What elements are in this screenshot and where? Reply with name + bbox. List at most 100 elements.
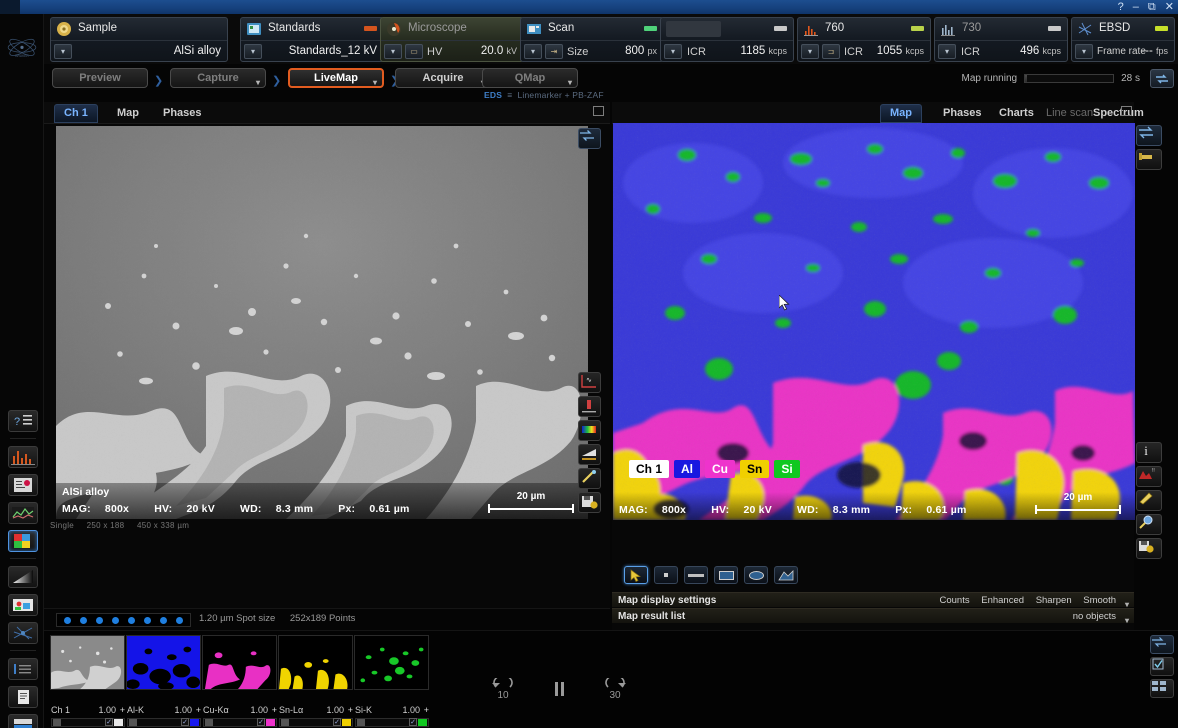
detector-730-dropdown-chevron[interactable]: ▾ xyxy=(938,44,956,59)
filmstrip-layout-icon[interactable] xyxy=(1150,679,1174,698)
tab-map[interactable]: Map xyxy=(880,104,922,123)
legend-si-scale[interactable]: 1.00 xyxy=(402,705,420,715)
pdf-report-icon[interactable]: !! xyxy=(1136,466,1162,487)
card-detector-blank[interactable]: ▾ ICR 1185 kcps xyxy=(660,17,794,62)
sidebar-item-periodic-table[interactable]: ? xyxy=(8,410,38,432)
element-badges[interactable]: Ch 1 Al Cu Sn Si xyxy=(629,460,800,478)
chart-axes-icon[interactable]: ∿ xyxy=(578,372,601,393)
thumb-si[interactable] xyxy=(354,635,429,690)
thumb-ch1[interactable] xyxy=(50,635,125,690)
left-panel-maximize-icon[interactable] xyxy=(593,106,604,116)
legend-al-plus[interactable]: + xyxy=(196,705,201,715)
card-standards[interactable]: Standards ▾ Standards_12 kV xyxy=(240,17,384,62)
card-sample[interactable]: Sample ▾ AlSi alloy xyxy=(50,17,228,62)
card-scan[interactable]: Scan ▾ ⇥ Size 800 px xyxy=(520,17,664,62)
sample-dropdown-chevron[interactable]: ▾ xyxy=(54,44,72,59)
legend-ch1-plus[interactable]: + xyxy=(120,705,125,715)
tab-map-left[interactable]: Map xyxy=(108,104,148,123)
sidebar-item-image[interactable] xyxy=(8,594,38,616)
sidebar-item-grayscale[interactable] xyxy=(8,566,38,588)
close-icon[interactable]: ✕ xyxy=(1165,2,1174,13)
thumb-sn[interactable] xyxy=(278,635,353,690)
contrast-icon[interactable] xyxy=(578,444,601,465)
minimize-icon[interactable]: – xyxy=(1133,2,1139,13)
sidebar-item-colormap[interactable] xyxy=(8,530,38,552)
badge-sn[interactable]: Sn xyxy=(740,460,769,478)
tab-phases-left[interactable]: Phases xyxy=(154,104,211,123)
preview-button[interactable]: Preview xyxy=(52,68,148,88)
scan-dropdown-chevron[interactable]: ▾ xyxy=(524,44,542,59)
help-icon[interactable]: ? xyxy=(1118,2,1124,13)
info-icon[interactable]: i xyxy=(1136,442,1162,463)
magnifier-icon[interactable] xyxy=(1136,514,1162,535)
forward-30-button[interactable]: 30 xyxy=(602,678,628,703)
detector-760-dropdown-chevron[interactable]: ▾ xyxy=(801,44,819,59)
legend-cu-scale[interactable]: 1.00 xyxy=(250,705,268,715)
pencil-icon[interactable] xyxy=(1136,490,1162,511)
tab-phases[interactable]: Phases xyxy=(934,104,991,123)
element-map-view[interactable]: Ch 1 Al Cu Sn Si MAG: 800x HV: 20 kV WD:… xyxy=(613,123,1135,520)
legend-al-controls[interactable]: ✓ xyxy=(127,718,201,727)
line-tool[interactable] xyxy=(684,566,708,584)
microscope-settings-icon[interactable]: ▭ xyxy=(405,44,423,59)
right-panel-maximize-icon[interactable] xyxy=(1121,106,1132,116)
livemap-chevron-down-icon[interactable]: ▾ xyxy=(373,74,377,91)
legend-sn-controls[interactable]: ✓ xyxy=(279,718,353,727)
map-settings-button[interactable] xyxy=(1150,69,1174,88)
legend-si-controls[interactable]: ✓ xyxy=(355,718,429,727)
thumb-al[interactable] xyxy=(126,635,201,690)
acquire-button[interactable]: Acquire▾ xyxy=(395,68,491,88)
ellipse-tool[interactable] xyxy=(744,566,768,584)
legend-sn-scale[interactable]: 1.00 xyxy=(326,705,344,715)
window-controls[interactable]: ? – ⧉ ✕ xyxy=(1118,0,1174,14)
point-tool[interactable] xyxy=(654,566,678,584)
legend-ch1-controls[interactable]: ✓ xyxy=(51,718,125,727)
wand-icon[interactable] xyxy=(578,468,601,489)
standards-dropdown-chevron[interactable]: ▾ xyxy=(244,44,262,59)
card-detector-760[interactable]: 760 ▾ ⊐ ICR 1055 kcps xyxy=(797,17,931,62)
polygon-tool[interactable] xyxy=(774,566,798,584)
detector-blank-dropdown-chevron[interactable]: ▾ xyxy=(664,44,682,59)
spot-indicator[interactable] xyxy=(56,613,191,627)
legend-al-scale[interactable]: 1.00 xyxy=(174,705,192,715)
badge-al[interactable]: Al xyxy=(674,460,700,478)
filmstrip-swap-icon[interactable] xyxy=(1150,635,1174,654)
tab-charts[interactable]: Charts xyxy=(990,104,1043,123)
legend-ch1-scale[interactable]: 1.00 xyxy=(98,705,116,715)
sidebar-item-linescan[interactable] xyxy=(8,502,38,524)
sem-image-view[interactable]: AlSi alloy MAG: 800x HV: 20 kV WD: 8.3 m… xyxy=(56,126,588,519)
save-icon[interactable] xyxy=(1136,538,1162,559)
sidebar-item-list[interactable] xyxy=(8,658,38,680)
ruler-icon[interactable] xyxy=(1136,149,1162,170)
ebsd-dropdown-chevron[interactable]: ▾ xyxy=(1075,44,1093,59)
filmstrip-check-icon[interactable] xyxy=(1150,657,1174,676)
map-display-settings-options[interactable]: Counts Enhanced Sharpen Smooth xyxy=(931,593,1117,608)
capture-button[interactable]: Capture▾ xyxy=(170,68,266,88)
restore-icon[interactable]: ⧉ xyxy=(1148,2,1156,13)
microscope-dropdown-chevron[interactable]: ▾ xyxy=(384,44,402,59)
legend-cu-controls[interactable]: ✓ xyxy=(203,718,277,727)
flip-icon[interactable] xyxy=(1136,125,1162,146)
rectangle-tool[interactable] xyxy=(714,566,738,584)
card-ebsd[interactable]: EBSD ▾ Frame rate --- fps xyxy=(1071,17,1175,62)
legend-sn-plus[interactable]: + xyxy=(348,705,353,715)
sidebar-item-save-database[interactable] xyxy=(8,714,38,728)
sidebar-item-spectrum[interactable] xyxy=(8,446,38,468)
map-result-chevron-down-icon[interactable]: ▾ xyxy=(1125,613,1129,628)
tab-spectrum[interactable]: Spectrum xyxy=(1084,104,1153,123)
save-image-icon[interactable] xyxy=(578,492,601,513)
bar-icon[interactable] xyxy=(578,396,601,417)
scan-size-icon[interactable]: ⇥ xyxy=(545,44,563,59)
thumb-cu[interactable] xyxy=(202,635,277,690)
left-panel-swap-button[interactable] xyxy=(578,128,601,149)
detector-760-settings-icon[interactable]: ⊐ xyxy=(822,44,840,59)
card-microscope[interactable]: Microscope ▾ ▭ HV 20.0 kV xyxy=(380,17,524,62)
badge-ch1[interactable]: Ch 1 xyxy=(629,460,669,478)
qmap-button[interactable]: QMap▾ xyxy=(482,68,578,88)
map-result-list-row[interactable]: Map result list no objects ▾ xyxy=(612,608,1134,623)
rewind-10-button[interactable]: 10 xyxy=(490,678,516,703)
tab-ch1[interactable]: Ch 1 xyxy=(54,104,98,123)
capture-chevron-down-icon[interactable]: ▾ xyxy=(256,73,260,92)
select-arrow-tool[interactable] xyxy=(624,566,648,584)
badge-si[interactable]: Si xyxy=(774,460,799,478)
